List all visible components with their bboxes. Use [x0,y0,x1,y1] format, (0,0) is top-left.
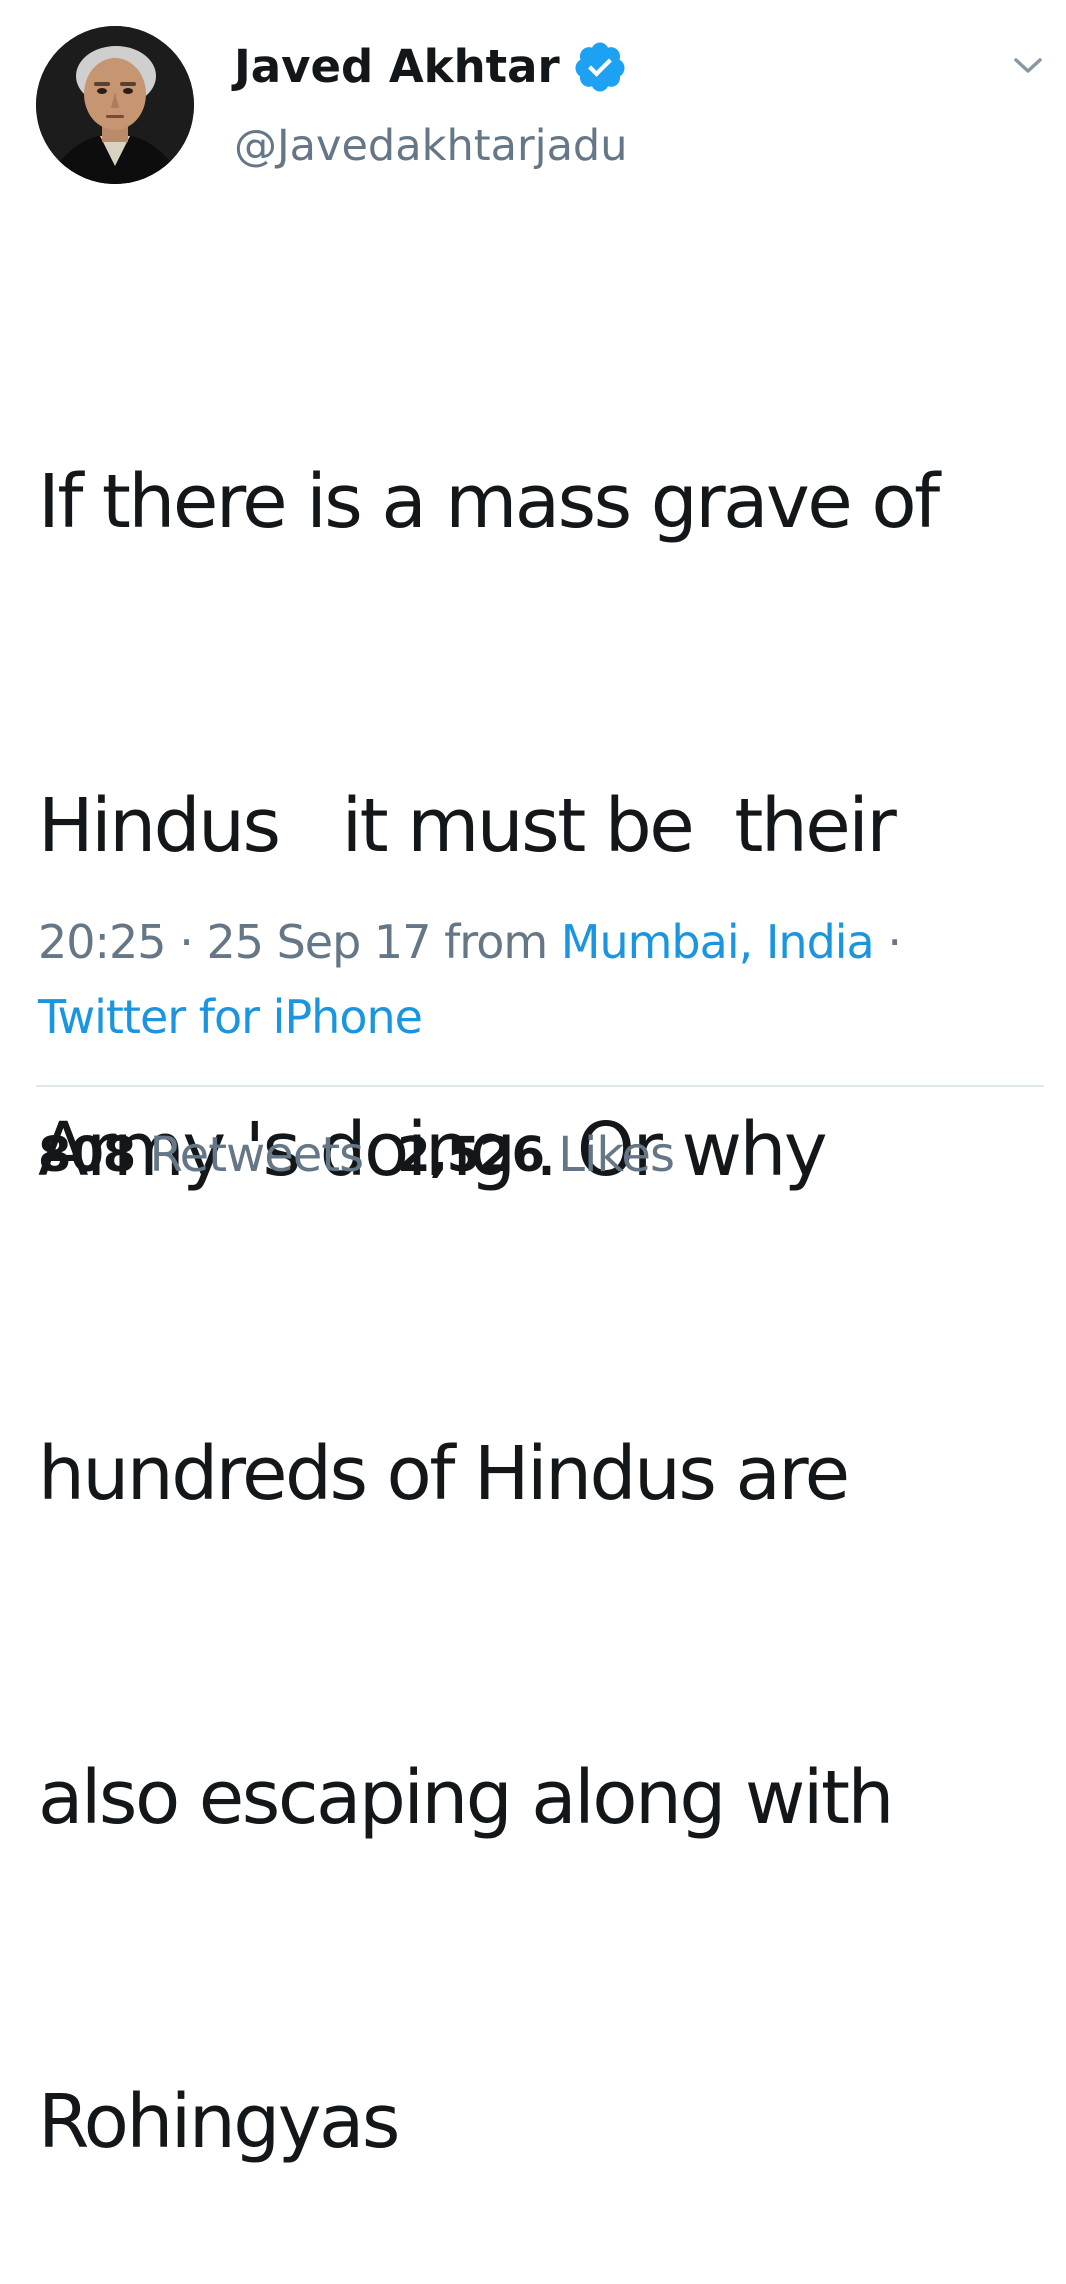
retweets-stat[interactable]: 808 Retweets [38,1127,364,1183]
author-display-name: Javed Akhtar [234,40,560,93]
author-handle[interactable]: @Javedakhtarjadu [234,116,627,176]
separator-dot: · [179,915,194,969]
tweet-metadata: 20:25 · 25 Sep 17 from Mumbai, India · [38,905,1048,979]
profile-avatar[interactable] [36,26,194,184]
tweet-text-line: hundreds of Hindus are [38,1431,850,1517]
likes-stat[interactable]: 2,526 Likes [397,1127,675,1183]
tweet-text-line: Rohingyas [38,2079,400,2165]
avatar-photo-icon [36,26,194,184]
tweet-time[interactable]: 20:25 [38,915,167,969]
tweet-text-line: Hindus it must be their [38,783,897,869]
retweets-label: Retweets [149,1127,364,1183]
verified-badge-icon [572,39,628,95]
author-display-name-row[interactable]: Javed Akhtar [234,36,628,98]
divider [36,1085,1044,1087]
tweet-text: If there is a mass grave of Hindus it mu… [38,232,1038,2284]
chevron-down-icon[interactable] [1004,50,1052,82]
tweet-stats: 808 Retweets 2,526 Likes [38,1120,675,1190]
likes-label: Likes [558,1127,675,1183]
likes-count: 2,526 [397,1127,545,1183]
location-link[interactable]: Mumbai, India [561,915,875,969]
source-link[interactable]: Twitter for iPhone [38,980,423,1054]
tweet-text-line: also escaping along with [38,1755,894,1841]
tweet-text-line: If there is a mass grave of [38,459,940,545]
retweets-count: 808 [38,1127,136,1183]
tweet-date[interactable]: 25 Sep 17 [206,915,431,969]
from-label: from [444,915,548,969]
separator-dot: · [887,915,902,969]
